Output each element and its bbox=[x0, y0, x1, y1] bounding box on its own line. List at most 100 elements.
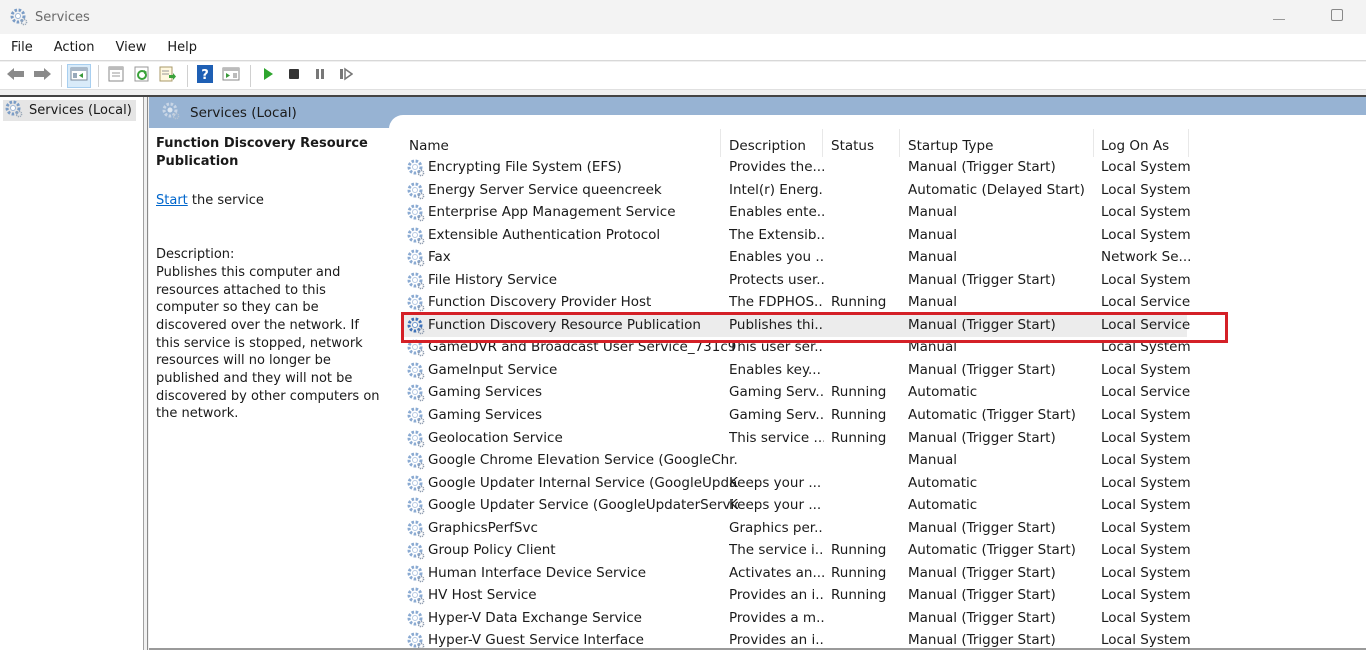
column-header-description[interactable]: Description bbox=[721, 129, 823, 157]
pause-service-button[interactable] bbox=[308, 64, 332, 88]
services-rows: Encrypting File System (EFS) Provides th… bbox=[399, 157, 1366, 648]
service-name: Gaming Services bbox=[428, 384, 542, 401]
pane-header-title: Services (Local) bbox=[190, 104, 297, 121]
service-row[interactable]: Enterprise App Management Service Enable… bbox=[399, 202, 1366, 225]
service-row[interactable]: Energy Server Service queencreek Intel(r… bbox=[399, 180, 1366, 203]
sort-ascending-icon: ^ bbox=[557, 129, 566, 136]
service-gear-icon bbox=[407, 565, 425, 583]
tree-item-services-local[interactable]: Services (Local) bbox=[3, 100, 136, 121]
service-description: Gaming Serv... bbox=[729, 384, 824, 401]
export-list-button[interactable] bbox=[156, 64, 180, 88]
service-row[interactable]: Google Chrome Elevation Service (GoogleC… bbox=[399, 450, 1366, 473]
menu-action[interactable]: Action bbox=[43, 40, 103, 55]
service-description: Provides an i... bbox=[729, 587, 824, 604]
menu-file[interactable]: File bbox=[0, 40, 41, 55]
show-hide-console-tree-button[interactable] bbox=[67, 63, 91, 88]
service-row[interactable]: GraphicsPerfSvc Graphics per... Manual (… bbox=[399, 518, 1366, 541]
toolbar-separator bbox=[98, 64, 99, 87]
service-log-on-as: Local System bbox=[1101, 632, 1191, 648]
service-row[interactable]: GameDVR and Broadcast User Service_731c9… bbox=[399, 337, 1366, 360]
console-tree-icon bbox=[70, 66, 88, 86]
service-gear-icon bbox=[407, 272, 425, 290]
service-row[interactable]: Function Discovery Resource Publication … bbox=[399, 314, 1366, 338]
forward-arrow-icon bbox=[32, 66, 52, 86]
description-text: Publishes this computer and resources at… bbox=[156, 264, 380, 422]
service-row[interactable]: Gaming Services Gaming Serv... Running A… bbox=[399, 405, 1366, 428]
start-service-button[interactable] bbox=[256, 64, 280, 88]
pane-splitter[interactable] bbox=[144, 97, 148, 650]
stop-service-button[interactable] bbox=[282, 64, 306, 88]
start-service-link[interactable]: Start bbox=[156, 193, 188, 208]
service-startup-type: Manual (Trigger Start) bbox=[908, 271, 1056, 288]
service-row[interactable]: Group Policy Client The service i... Run… bbox=[399, 540, 1366, 563]
menu-view[interactable]: View bbox=[104, 40, 154, 55]
service-log-on-as: Local Service bbox=[1101, 294, 1191, 311]
service-gear-icon bbox=[407, 430, 425, 448]
start-service-suffix: the service bbox=[187, 193, 264, 209]
service-row[interactable]: Hyper-V Guest Service Interface Provides… bbox=[399, 630, 1366, 648]
service-gear-icon bbox=[407, 362, 425, 380]
service-row[interactable]: Hyper-V Data Exchange Service Provides a… bbox=[399, 608, 1366, 631]
service-row[interactable]: Google Updater Service (GoogleUpdaterSer… bbox=[399, 495, 1366, 518]
minimize-icon bbox=[1273, 10, 1285, 25]
service-row[interactable]: Geolocation Service This service ... Run… bbox=[399, 428, 1366, 451]
resume-service-icon bbox=[339, 67, 354, 85]
refresh-button[interactable] bbox=[130, 64, 154, 88]
service-row[interactable]: Human Interface Device Service Activates… bbox=[399, 563, 1366, 586]
service-status: Running bbox=[831, 564, 887, 581]
minimize-button[interactable] bbox=[1250, 0, 1308, 34]
service-description: Enables you ... bbox=[729, 249, 824, 266]
service-description: Provides the... bbox=[729, 159, 824, 175]
show-action-pane-button[interactable] bbox=[219, 64, 243, 88]
stop-service-icon bbox=[287, 67, 301, 85]
service-startup-type: Manual (Trigger Start) bbox=[908, 159, 1056, 175]
service-description: Enables ente... bbox=[729, 204, 824, 221]
service-startup-type: Manual (Trigger Start) bbox=[908, 316, 1056, 333]
service-row[interactable]: File History Service Protects user... Ma… bbox=[399, 270, 1366, 293]
maximize-button[interactable] bbox=[1308, 0, 1366, 34]
service-log-on-as: Local System bbox=[1101, 339, 1191, 356]
service-log-on-as: Local System bbox=[1101, 497, 1191, 514]
service-gear-icon bbox=[407, 317, 425, 335]
service-name: Hyper-V Guest Service Interface bbox=[428, 632, 644, 648]
service-startup-type: Manual bbox=[908, 204, 958, 221]
service-row[interactable]: Extensible Authentication Protocol The E… bbox=[399, 225, 1366, 248]
column-header-status[interactable]: Status bbox=[823, 129, 900, 157]
service-row[interactable]: HV Host Service Provides an i... Running… bbox=[399, 585, 1366, 608]
service-log-on-as: Local System bbox=[1101, 564, 1191, 581]
service-row[interactable]: Google Updater Internal Service (GoogleU… bbox=[399, 473, 1366, 496]
service-description: Activates an... bbox=[729, 564, 824, 581]
service-log-on-as: Local System bbox=[1101, 519, 1191, 536]
resume-service-button[interactable] bbox=[334, 64, 358, 88]
service-log-on-as: Local System bbox=[1101, 542, 1191, 559]
service-name: Human Interface Device Service bbox=[428, 564, 647, 581]
properties-button[interactable] bbox=[104, 64, 128, 88]
column-header-name[interactable]: ^ Name bbox=[399, 129, 721, 157]
service-row[interactable]: Encrypting File System (EFS) Provides th… bbox=[399, 157, 1366, 180]
service-description: Publishes thi... bbox=[729, 316, 824, 333]
service-description: Provides a m... bbox=[729, 609, 824, 626]
service-row[interactable]: Fax Enables you ... Manual Network Se... bbox=[399, 247, 1366, 270]
back-button[interactable] bbox=[4, 64, 28, 88]
service-name: File History Service bbox=[428, 271, 558, 288]
service-startup-type: Manual (Trigger Start) bbox=[908, 519, 1056, 536]
column-header-startup-type-label: Startup Type bbox=[908, 138, 994, 154]
menu-help[interactable]: Help bbox=[156, 40, 205, 55]
forward-button[interactable] bbox=[30, 64, 54, 88]
service-row[interactable]: GameInput Service Enables key... Manual … bbox=[399, 360, 1366, 383]
toolbar-separator bbox=[187, 64, 188, 87]
export-list-icon bbox=[159, 66, 177, 86]
toolbar-separator bbox=[61, 64, 62, 87]
service-description: Keeps your ... bbox=[729, 474, 822, 491]
service-row[interactable]: Function Discovery Provider Host The FDP… bbox=[399, 292, 1366, 315]
service-gear-icon bbox=[407, 452, 425, 470]
column-header-startup-type[interactable]: Startup Type bbox=[900, 129, 1094, 157]
service-name: Geolocation Service bbox=[428, 429, 563, 446]
service-log-on-as: Local System bbox=[1101, 452, 1191, 469]
help-icon: ? bbox=[197, 64, 213, 87]
service-gear-icon bbox=[407, 384, 425, 402]
service-startup-type: Manual (Trigger Start) bbox=[908, 632, 1056, 648]
help-button[interactable]: ? bbox=[193, 64, 217, 88]
service-row[interactable]: Gaming Services Gaming Serv... Running A… bbox=[399, 382, 1366, 405]
column-header-log-on-as[interactable]: Log On As bbox=[1094, 129, 1189, 157]
